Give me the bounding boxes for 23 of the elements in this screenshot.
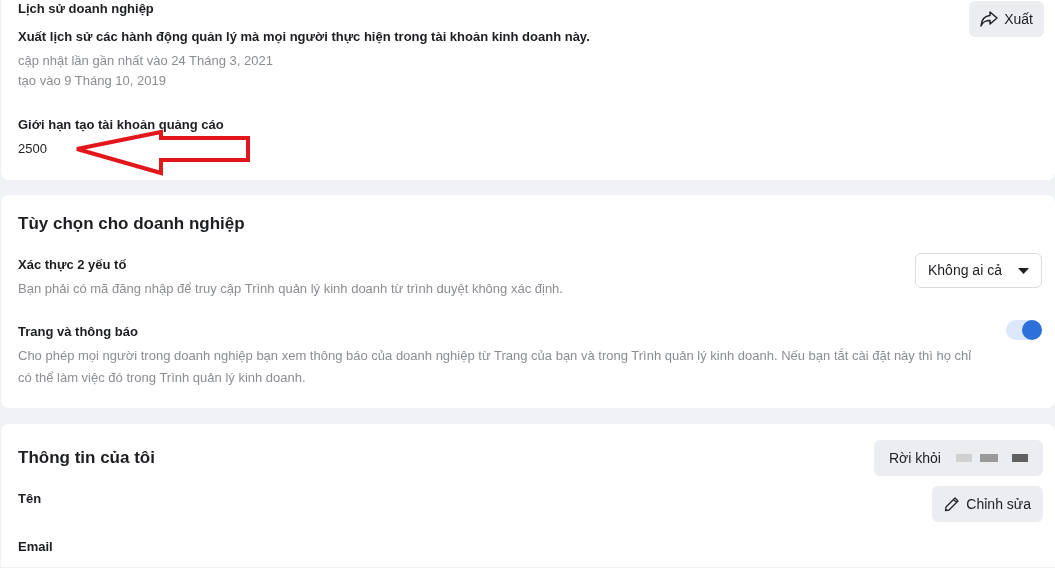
field-label: Tên — [18, 490, 43, 508]
created-date: tạo vào 9 Tháng 10, 2019 — [18, 72, 167, 90]
field-label: Giới hạn tạo tài khoản quảng cáo — [18, 116, 225, 134]
field-value: 2500 — [18, 140, 48, 158]
setting-title: Trang và thông báo — [18, 323, 139, 341]
description-text: Xuất lịch sử các hành động quản lý mà mọi người thực hiện trong tài khoản kinh doanh này. — [18, 28, 590, 46]
redaction-mark — [956, 453, 1028, 463]
caret-icon — [1018, 267, 1029, 274]
share-icon — [980, 11, 999, 27]
setting-description: Bạn phải có mã đăng nhập để truy cập Trình quản lý kinh doanh từ trình duyệt không xác định. — [18, 280, 563, 298]
setting-title: Xác thực 2 yếu tố — [18, 256, 128, 274]
field-label: Email — [18, 538, 53, 556]
export-button[interactable]: Xuất — [969, 1, 1044, 37]
section-title: Lịch sử doanh nghiệp — [18, 0, 155, 18]
section-title: Thông tin của tôi — [18, 447, 155, 469]
updated-date: cập nhật lần gần nhất vào 24 Tháng 3, 2021 — [18, 52, 274, 70]
section-title: Tùy chọn cho doanh nghiệp — [18, 213, 246, 235]
edit-button[interactable]: Chỉnh sửa — [932, 486, 1043, 522]
pencil-icon — [944, 496, 961, 512]
toggle-switch[interactable] — [1006, 320, 1042, 340]
setting-description: Cho phép mọi người trong doanh nghiệp bạn xem thông báo của doanh nghiệp từ Trang của bạn và trong Trình quản lý kinh doanh. Nếu bạn tắt cài đặt này thì họ chỉ có thể làm việc đó trong Trình quản lý kinh doanh. — [18, 347, 973, 387]
dropdown[interactable]: Không ai cả — [915, 253, 1042, 288]
leave-button[interactable]: Rời khỏi — [874, 440, 1043, 476]
